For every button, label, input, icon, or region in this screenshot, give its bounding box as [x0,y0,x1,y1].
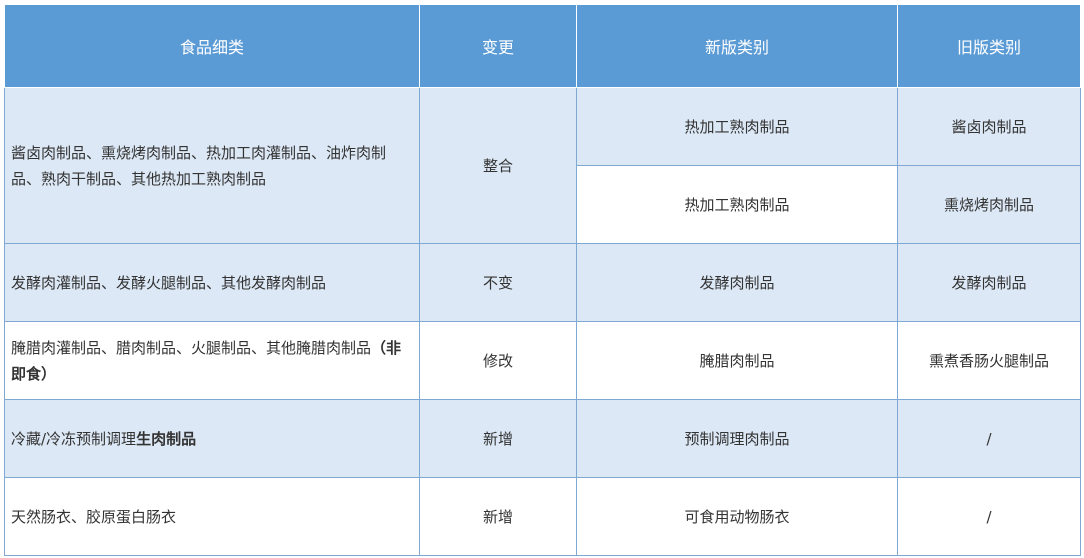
detail-text: 冷藏/冷冻预制调理 [11,429,137,448]
detail-cell: 发酵肉灌制品、发酵火腿制品、其他发酵肉制品 [4,243,420,322]
detail-cell: 腌腊肉灌制品、腊肉制品、火腿制品、其他腌腊肉制品（非即食） [4,321,420,400]
change-cell: 整合 [419,87,577,244]
new-category-cell: 可食用动物肠衣 [576,477,898,556]
category-table: 食品细类 变更 新版类别 旧版类别 酱卤肉制品、熏烧烤肉制品、热加工肉灌制品、油… [4,4,1081,556]
old-category-cell: 熏烧烤肉制品 [897,165,1081,244]
detail-bold-text: 生肉制品 [136,429,197,448]
old-category-cell: 酱卤肉制品 [897,87,1081,166]
table-row: 腌腊肉灌制品、腊肉制品、火腿制品、其他腌腊肉制品（非即食） 修改 腌腊肉制品 熏… [4,321,1081,400]
header-new-category: 新版类别 [576,4,898,88]
new-category-cell: 热加工熟肉制品 [576,165,898,244]
table-row: 酱卤肉制品、熏烧烤肉制品、热加工肉灌制品、油炸肉制品、熟肉干制品、其他热加工熟肉… [4,87,1081,244]
new-category-cell: 腌腊肉制品 [576,321,898,400]
old-category-cell: 发酵肉制品 [897,243,1081,322]
old-category-cell: / [897,477,1081,556]
detail-cell: 冷藏/冷冻预制调理生肉制品 [4,399,420,478]
change-cell: 不变 [419,243,577,322]
detail-cell: 酱卤肉制品、熏烧烤肉制品、热加工肉灌制品、油炸肉制品、熟肉干制品、其他热加工熟肉… [4,87,420,244]
new-category-cell: 发酵肉制品 [576,243,898,322]
header-change: 变更 [419,4,577,88]
new-category-cell: 预制调理肉制品 [576,399,898,478]
new-category-cell: 热加工熟肉制品 [576,87,898,166]
old-category-cell: 熏煮香肠火腿制品 [897,321,1081,400]
change-cell: 修改 [419,321,577,400]
header-detail: 食品细类 [4,4,420,88]
header-old-category: 旧版类别 [897,4,1081,88]
detail-cell: 天然肠衣、胶原蛋白肠衣 [4,477,420,556]
table-row: 冷藏/冷冻预制调理生肉制品 新增 预制调理肉制品 / [4,399,1081,478]
header-row: 食品细类 变更 新版类别 旧版类别 [4,4,1081,88]
table-row: 天然肠衣、胶原蛋白肠衣 新增 可食用动物肠衣 / [4,477,1081,556]
page: 食品细类 变更 新版类别 旧版类别 酱卤肉制品、熏烧烤肉制品、热加工肉灌制品、油… [0,0,1084,558]
change-cell: 新增 [419,477,577,556]
table-row: 发酵肉灌制品、发酵火腿制品、其他发酵肉制品 不变 发酵肉制品 发酵肉制品 [4,243,1081,322]
change-cell: 新增 [419,399,577,478]
detail-text: 腌腊肉灌制品、腊肉制品、火腿制品、其他腌腊肉制品 [11,338,372,357]
old-category-cell: / [897,399,1081,478]
